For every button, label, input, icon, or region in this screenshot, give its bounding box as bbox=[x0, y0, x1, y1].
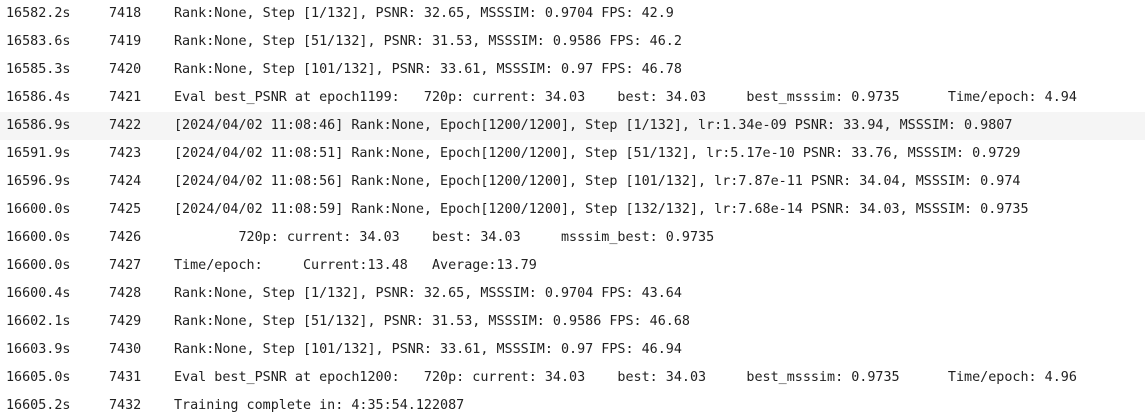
log-message: Rank:None, Step [1/132], PSNR: 32.65, MS… bbox=[174, 6, 674, 21]
log-message: [2024/04/02 11:08:59] Rank:None, Epoch[1… bbox=[174, 202, 1029, 217]
log-timestamp: 16600.0s bbox=[6, 230, 71, 245]
log-timestamp: 16603.9s bbox=[6, 342, 71, 357]
log-row[interactable]: 16596.9s 7424 [2024/04/02 11:08:56] Rank:N… bbox=[0, 168, 1145, 196]
log-row[interactable]: 16586.9s 7422 [2024/04/02 11:08:46] Rank:N… bbox=[0, 112, 1145, 140]
log-row[interactable]: 16585.3s 7420 Rank:None, Step [101/132], P… bbox=[0, 56, 1145, 84]
log-timestamp: 16582.2s bbox=[6, 6, 71, 21]
log-line-number: 7424 bbox=[109, 174, 142, 189]
log-row[interactable]: 16600.0s 7426 720p: current: 34.03 best: … bbox=[0, 224, 1145, 252]
log-timestamp: 16586.4s bbox=[6, 90, 71, 105]
log-line-number: 7419 bbox=[109, 34, 142, 49]
log-timestamp: 16605.0s bbox=[6, 370, 71, 385]
log-timestamp: 16600.0s bbox=[6, 202, 71, 217]
log-line-number: 7420 bbox=[109, 62, 142, 77]
log-row[interactable]: 16583.6s 7419 Rank:None, Step [51/132], PS… bbox=[0, 28, 1145, 56]
log-row[interactable]: 16586.4s 7421 Eval best_PSNR at epoch1199:… bbox=[0, 84, 1145, 112]
log-line-number: 7426 bbox=[109, 230, 142, 245]
log-message: Rank:None, Step [101/132], PSNR: 33.61, … bbox=[174, 62, 682, 77]
log-message: [2024/04/02 11:08:51] Rank:None, Epoch[1… bbox=[174, 146, 1021, 161]
log-message: Rank:None, Step [101/132], PSNR: 33.61, … bbox=[174, 342, 682, 357]
log-line-number: 7422 bbox=[109, 118, 142, 133]
log-timestamp: 16583.6s bbox=[6, 34, 71, 49]
log-timestamp: 16585.3s bbox=[6, 62, 71, 77]
log-output: 16582.2s 7418 Rank:None, Step [1/132], PSN… bbox=[0, 0, 1145, 415]
log-timestamp: 16602.1s bbox=[6, 314, 71, 329]
log-message: Time/epoch: Current:13.48 Average:13.79 bbox=[174, 258, 537, 273]
log-timestamp: 16596.9s bbox=[6, 174, 71, 189]
log-message: Rank:None, Step [51/132], PSNR: 31.53, M… bbox=[174, 34, 682, 49]
log-timestamp: 16605.2s bbox=[6, 398, 71, 413]
log-line-number: 7427 bbox=[109, 258, 142, 273]
log-row[interactable]: 16602.1s 7429 Rank:None, Step [51/132], PS… bbox=[0, 308, 1145, 336]
log-line-number: 7429 bbox=[109, 314, 142, 329]
log-message: Training complete in: 4:35:54.122087 bbox=[174, 398, 465, 413]
log-message: Rank:None, Step [1/132], PSNR: 32.65, MS… bbox=[174, 286, 682, 301]
log-line-number: 7418 bbox=[109, 6, 142, 21]
log-message: Eval best_PSNR at epoch1200: 720p: curre… bbox=[174, 370, 1077, 385]
log-timestamp: 16586.9s bbox=[6, 118, 71, 133]
log-line-number: 7430 bbox=[109, 342, 142, 357]
log-row[interactable]: 16600.0s 7427 Time/epoch: Current:13.48 Av… bbox=[0, 252, 1145, 280]
log-message: 720p: current: 34.03 best: 34.03 msssim_… bbox=[174, 230, 715, 245]
log-row[interactable]: 16605.0s 7431 Eval best_PSNR at epoch1200:… bbox=[0, 364, 1145, 392]
log-timestamp: 16600.4s bbox=[6, 286, 71, 301]
log-timestamp: 16591.9s bbox=[6, 146, 71, 161]
log-line-number: 7421 bbox=[109, 90, 142, 105]
log-line-number: 7432 bbox=[109, 398, 142, 413]
log-row[interactable]: 16582.2s 7418 Rank:None, Step [1/132], PSN… bbox=[0, 0, 1145, 28]
log-row[interactable]: 16600.4s 7428 Rank:None, Step [1/132], PSN… bbox=[0, 280, 1145, 308]
log-row[interactable]: 16600.0s 7425 [2024/04/02 11:08:59] Rank:N… bbox=[0, 196, 1145, 224]
log-message: Rank:None, Step [51/132], PSNR: 31.53, M… bbox=[174, 314, 690, 329]
log-line-number: 7431 bbox=[109, 370, 142, 385]
log-row[interactable]: 16605.2s 7432 Training complete in: 4:35:5… bbox=[0, 392, 1145, 420]
log-message: [2024/04/02 11:08:56] Rank:None, Epoch[1… bbox=[174, 174, 1021, 189]
log-row[interactable]: 16603.9s 7430 Rank:None, Step [101/132], P… bbox=[0, 336, 1145, 364]
log-line-number: 7423 bbox=[109, 146, 142, 161]
log-row[interactable]: 16591.9s 7423 [2024/04/02 11:08:51] Rank:N… bbox=[0, 140, 1145, 168]
log-line-number: 7425 bbox=[109, 202, 142, 217]
log-message: Eval best_PSNR at epoch1199: 720p: curre… bbox=[174, 90, 1077, 105]
log-timestamp: 16600.0s bbox=[6, 258, 71, 273]
log-line-number: 7428 bbox=[109, 286, 142, 301]
log-message: [2024/04/02 11:08:46] Rank:None, Epoch[1… bbox=[174, 118, 1013, 133]
